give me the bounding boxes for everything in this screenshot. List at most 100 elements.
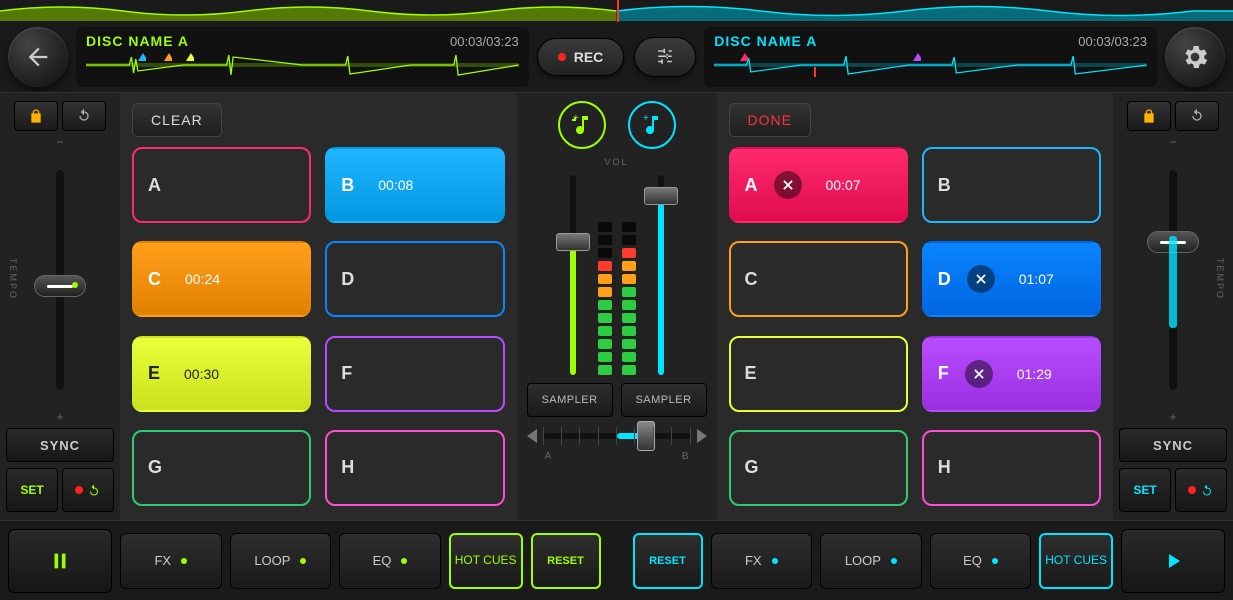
mixer-settings-button[interactable] [634, 37, 696, 77]
deck-b-reset-tempo-button[interactable] [1175, 101, 1219, 131]
cue-b-deck-b[interactable]: B [922, 147, 1101, 223]
tempo-center-dot-icon [72, 282, 78, 288]
cue-time: 01:07 [1019, 271, 1054, 287]
tempo-label: TEMPO [1215, 258, 1225, 300]
cue-label: C [148, 269, 161, 290]
deck-a-header[interactable]: DISC NAME A 00:03/03:23 [76, 27, 529, 87]
cue-delete-icon[interactable] [965, 360, 993, 388]
overview-playhead [617, 0, 619, 22]
cue-label: D [341, 269, 354, 290]
cue-delete-icon[interactable] [967, 265, 995, 293]
cue-d-deck-b[interactable]: D 01:07 [922, 241, 1101, 317]
deck-b-header[interactable]: DISC NAME A 00:03/03:23 [704, 27, 1157, 87]
deck-a-vol-thumb[interactable] [556, 233, 590, 251]
svg-text:+: + [573, 113, 579, 124]
crossfader[interactable] [543, 433, 691, 439]
cue-h-deck-b[interactable]: H [922, 430, 1101, 506]
cue-label: E [148, 363, 160, 384]
add-track-b-button[interactable]: + [628, 101, 676, 149]
deck-a-waveform[interactable] [86, 53, 519, 77]
tempo-label: TEMPO [8, 258, 18, 300]
cue-a-deck-b[interactable]: A 00:07 [729, 147, 908, 223]
sampler-b-button[interactable]: SAMPLER [621, 383, 707, 417]
cue-a-deck-a[interactable]: A [132, 147, 311, 223]
cue-label: G [745, 457, 759, 478]
deck-b-side-panel: TEMPO − + SYNC SET [1113, 92, 1233, 520]
deck-a-reset-button[interactable]: RESET [531, 533, 601, 589]
deck-b-cue-panel: DONE A 00:07 B C D 01:07 E F01:29 G H [717, 92, 1114, 520]
deck-a-eq-tab[interactable]: EQ [339, 533, 441, 589]
deck-a-reset-tempo-button[interactable] [62, 101, 106, 131]
deck-b-reset-button[interactable]: RESET [633, 533, 703, 589]
deck-a-clear-button[interactable]: CLEAR [132, 103, 222, 137]
cue-label: D [938, 269, 951, 290]
deck-b-cue-jump-button[interactable] [1175, 468, 1227, 512]
cue-dot-icon [1188, 486, 1196, 494]
deck-b-volume-fader[interactable] [646, 175, 676, 375]
cue-f-deck-a[interactable]: F [325, 336, 504, 412]
deck-a-meter [598, 175, 612, 375]
svg-text:+: + [643, 113, 649, 124]
cue-time: 01:29 [1017, 366, 1052, 382]
deck-b-loop-tab[interactable]: LOOP [820, 533, 922, 589]
cue-time: 00:24 [185, 271, 220, 287]
cue-g-deck-b[interactable]: G [729, 430, 908, 506]
cue-c-deck-b[interactable]: C [729, 241, 908, 317]
vol-label: VOL [604, 157, 628, 167]
cue-h-deck-a[interactable]: H [325, 430, 504, 506]
deck-a-hotcues-tab[interactable]: HOT CUES [449, 533, 523, 589]
back-button[interactable] [8, 27, 68, 87]
add-track-a-button[interactable]: + [558, 101, 606, 149]
deck-a-set-button[interactable]: SET [6, 468, 58, 512]
cue-label: A [745, 175, 758, 196]
cue-label: H [341, 457, 354, 478]
deck-a-tempo-slider[interactable] [56, 170, 64, 390]
cue-f-deck-b[interactable]: F01:29 [922, 336, 1101, 412]
cue-d-deck-a[interactable]: D [325, 241, 504, 317]
cue-g-deck-a[interactable]: G [132, 430, 311, 506]
chevron-left-icon [527, 429, 537, 443]
cue-label: F [341, 363, 352, 384]
deck-a-tempo-thumb[interactable] [34, 275, 86, 297]
cue-time: 00:30 [184, 366, 219, 382]
chevron-right-icon [697, 429, 707, 443]
deck-a-fx-tab[interactable]: FX [120, 533, 222, 589]
deck-b-meter [622, 175, 636, 375]
deck-b-lock-button[interactable] [1127, 101, 1171, 131]
cue-e-deck-a[interactable]: E 00:30 [132, 336, 311, 412]
deck-a-loop-tab[interactable]: LOOP [230, 533, 332, 589]
deck-a-volume-fader[interactable] [558, 175, 588, 375]
cue-b-deck-a[interactable]: B00:08 [325, 147, 504, 223]
cue-label: B [938, 175, 951, 196]
deck-b-hotcues-tab[interactable]: HOT CUES [1039, 533, 1113, 589]
cue-time: 00:07 [826, 177, 861, 193]
sampler-a-button[interactable]: SAMPLER [527, 383, 613, 417]
deck-b-waveform[interactable] [714, 53, 1147, 77]
deck-b-eq-tab[interactable]: EQ [930, 533, 1032, 589]
deck-a-play-pause-button[interactable] [8, 529, 112, 593]
deck-a-time: 00:03/03:23 [450, 34, 519, 49]
deck-b-tempo-slider[interactable] [1169, 170, 1177, 390]
cue-delete-icon[interactable] [774, 171, 802, 199]
overview-waveform[interactable] [0, 0, 1233, 22]
deck-b-play-pause-button[interactable] [1121, 529, 1225, 593]
record-button[interactable]: REC [537, 38, 625, 76]
deck-b-vol-thumb[interactable] [644, 187, 678, 205]
record-indicator-icon [558, 53, 566, 61]
deck-a-title: DISC NAME A [86, 33, 189, 49]
deck-b-time: 00:03/03:23 [1078, 34, 1147, 49]
cue-e-deck-b[interactable]: E [729, 336, 908, 412]
deck-a-sync-button[interactable]: SYNC [6, 428, 114, 462]
deck-b-fx-tab[interactable]: FX [711, 533, 813, 589]
deck-b-set-button[interactable]: SET [1119, 468, 1171, 512]
deck-a-cue-jump-button[interactable] [62, 468, 114, 512]
cue-dot-icon [75, 486, 83, 494]
deck-a-side-panel: TEMPO − + SYNC SET [0, 92, 120, 520]
settings-button[interactable] [1165, 27, 1225, 87]
cue-label: H [938, 457, 951, 478]
deck-a-lock-button[interactable] [14, 101, 58, 131]
deck-b-sync-button[interactable]: SYNC [1119, 428, 1227, 462]
deck-b-done-button[interactable]: DONE [729, 103, 811, 137]
cue-label: E [745, 363, 757, 384]
cue-c-deck-a[interactable]: C 00:24 [132, 241, 311, 317]
